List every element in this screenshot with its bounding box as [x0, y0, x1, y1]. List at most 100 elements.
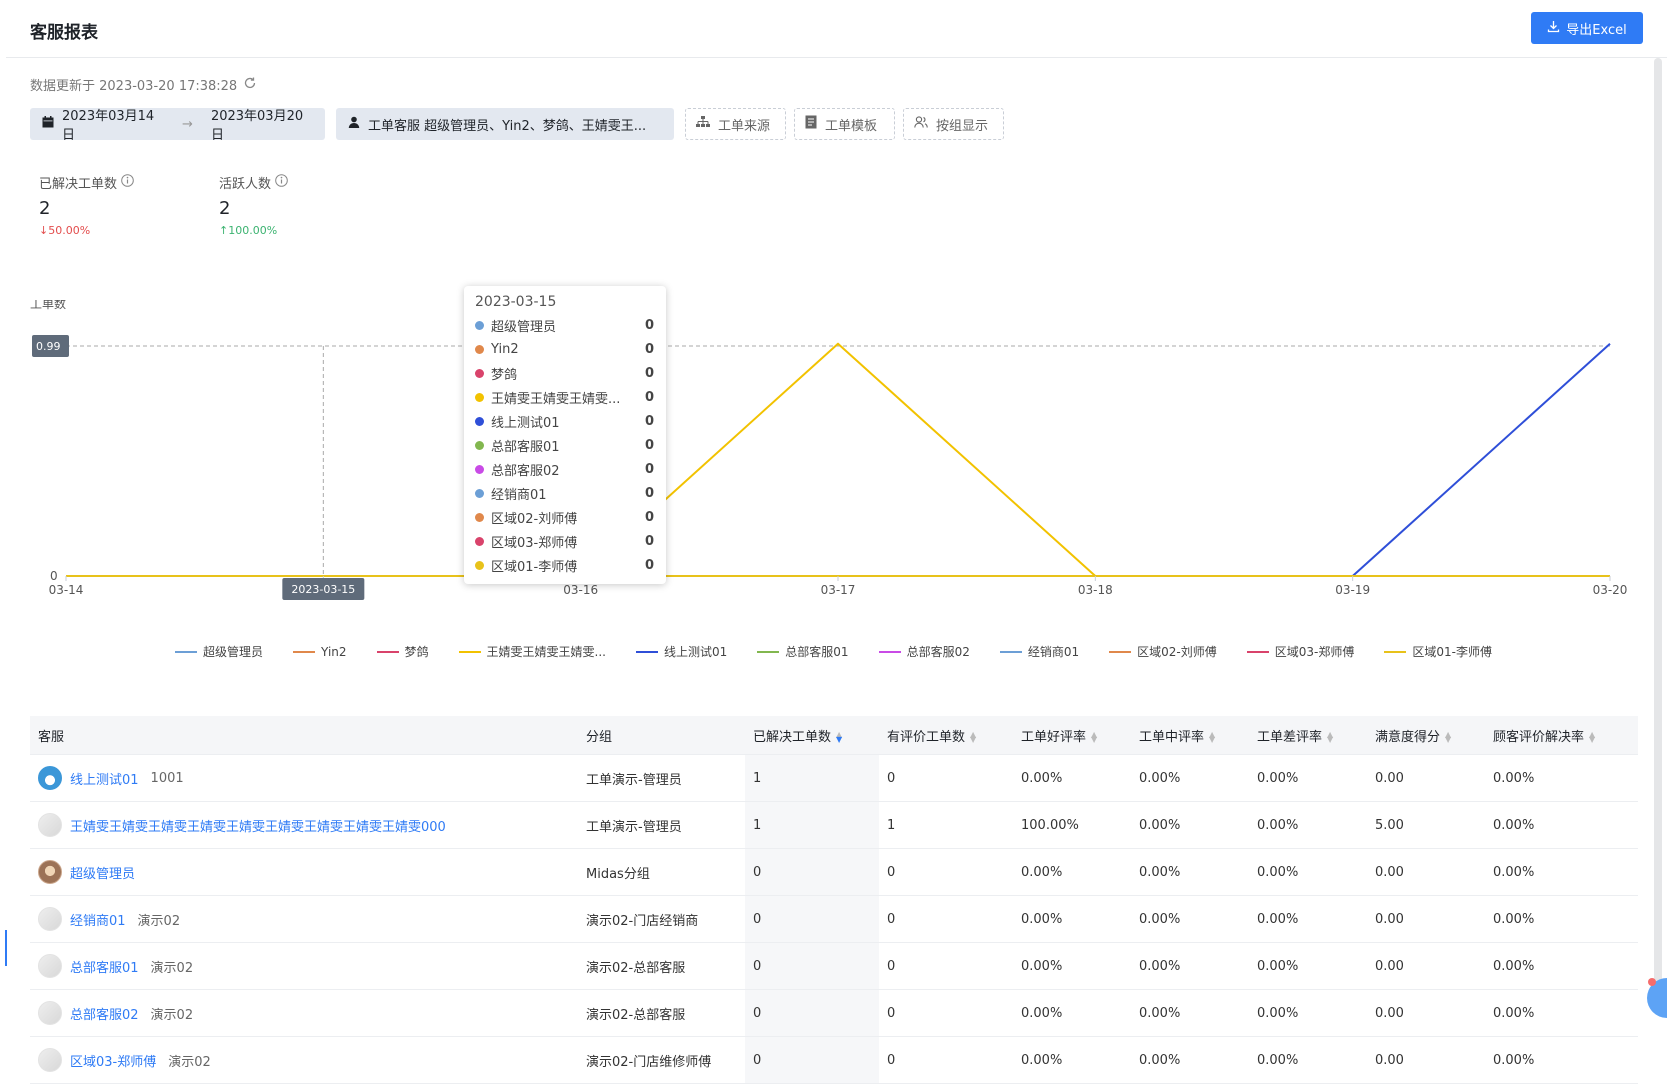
- tooltip-series-name: 总部客服01: [491, 439, 560, 455]
- tooltip-series-name: 王婧雯王婧雯王婧雯...: [491, 391, 621, 407]
- chart-tooltip: 2023-03-15 超级管理员 0 Yin2 0 梦鸽 0 王婧雯王婧雯王婧雯... 0 线上…: [464, 286, 666, 584]
- agent-name-link[interactable]: 总部客服01: [70, 957, 139, 976]
- sort-icon[interactable]: ▲ ▼: [970, 731, 976, 744]
- download-icon: [1547, 20, 1560, 37]
- legend-item[interactable]: 梦鸽: [376, 643, 429, 660]
- tooltip-series-value: 0: [644, 317, 654, 333]
- series-dot: [475, 488, 484, 498]
- column-header[interactable]: 工单中评率 ▲ ▼: [1131, 716, 1249, 755]
- legend-label: 区域01-李师傅: [1412, 645, 1492, 659]
- tooltip-series-value: 0: [644, 341, 654, 357]
- legend-swatch: [636, 650, 658, 653]
- export-excel-button[interactable]: 导出Excel: [1531, 12, 1643, 44]
- sort-icon[interactable]: ▲ ▼: [1209, 731, 1215, 744]
- series-dot: [475, 512, 484, 522]
- legend-item[interactable]: 王婧雯王婧雯王婧雯...: [458, 643, 606, 660]
- kpi-active-title: 活跃人数: [219, 177, 272, 192]
- column-header[interactable]: 工单差评率 ▲ ▼: [1249, 716, 1367, 755]
- table-row: 经销商01 演示02 演示02-门店经销商 0 0 0.00% 0.00% 0.00% 0.00…: [30, 895, 1638, 943]
- table-cell: 0.00: [1367, 1036, 1485, 1084]
- agent-cell: 王婧雯王婧雯王婧雯王婧雯王婧雯王婧雯王婧雯王婧雯王婧雯000: [30, 801, 578, 849]
- agent-name-link[interactable]: 超级管理员: [70, 863, 135, 882]
- tooltip-series-value: 0: [644, 509, 654, 525]
- series-dot: [475, 536, 484, 546]
- date-end: 2023年03月20日: [210, 109, 304, 143]
- tooltip-series-name: Yin2: [491, 341, 519, 357]
- kpi-resolved-title: 已解决工单数: [39, 177, 118, 192]
- table-cell: 演示02-门店维修师傅: [578, 1036, 745, 1084]
- source-filter-button[interactable]: 工单来源: [685, 108, 786, 140]
- agent-filter[interactable]: 工单客服 超级管理员、Yin2、梦鸽、王婧雯王...: [336, 108, 674, 140]
- sort-icon[interactable]: ▲ ▼: [1327, 731, 1333, 744]
- group-users-icon: [914, 116, 928, 132]
- legend-swatch: [1384, 650, 1407, 653]
- legend-item[interactable]: 经销商01: [999, 643, 1079, 660]
- table-cell: 0.00: [1367, 989, 1485, 1037]
- kpi-resolved-delta: ↓50.00%: [39, 224, 91, 237]
- series-dot: [475, 464, 484, 474]
- table-cell: 0.00%: [1131, 989, 1249, 1037]
- table-cell: 1: [745, 754, 879, 802]
- info-icon[interactable]: [121, 174, 134, 191]
- column-header[interactable]: 工单好评率 ▲ ▼: [1013, 716, 1131, 755]
- table-cell: 0.00: [1367, 848, 1485, 896]
- legend-item[interactable]: 总部客服02: [878, 643, 970, 660]
- legend-item[interactable]: 线上测试01: [636, 643, 727, 660]
- avatar: [38, 813, 62, 837]
- legend-label: 区域02-刘师傅: [1137, 645, 1217, 659]
- line-chart[interactable]: 工单数00.9903-1403-1503-1603-1703-1803-1903…: [0, 300, 1667, 600]
- table-cell: 0: [745, 1036, 879, 1084]
- table-cell: 0.00%: [1013, 848, 1131, 896]
- tooltip-series-name: 区域02-刘师傅: [491, 511, 578, 527]
- legend-item[interactable]: 区域03-郑师傅: [1246, 643, 1355, 660]
- agent-name-link[interactable]: 王婧雯王婧雯王婧雯王婧雯王婧雯王婧雯王婧雯王婧雯王婧雯000: [70, 816, 446, 835]
- sort-icon[interactable]: ▲ ▼: [1589, 731, 1595, 744]
- legend-label: 区域03-郑师傅: [1274, 645, 1355, 659]
- sort-icon[interactable]: ▲ ▼: [836, 731, 842, 744]
- kpi-active-delta: ↑100.00%: [219, 224, 278, 237]
- column-header[interactable]: 有评价工单数 ▲ ▼: [879, 716, 1013, 755]
- group-display-button[interactable]: 按组显示: [903, 108, 1004, 140]
- agent-name-link[interactable]: 总部客服02: [70, 1004, 139, 1023]
- series-line[interactable]: [66, 342, 1610, 577]
- template-filter-button[interactable]: 工单模板: [794, 108, 895, 140]
- table-cell: 0.00%: [1131, 1036, 1249, 1084]
- avatar: [38, 954, 62, 978]
- legend-item[interactable]: 区域02-刘师傅: [1109, 643, 1217, 660]
- column-header-label: 工单差评率: [1257, 729, 1323, 745]
- x-tick-label: 03-14: [49, 583, 84, 597]
- agent-name-link[interactable]: 经销商01: [70, 910, 126, 929]
- series-line[interactable]: [66, 342, 1611, 577]
- table-cell: 演示02-门店经销商: [578, 895, 745, 943]
- table-cell: 0: [879, 1036, 1013, 1084]
- sitemap-icon: [696, 116, 710, 132]
- column-header: 分组: [578, 716, 745, 755]
- agent-name-link[interactable]: 线上测试01: [70, 769, 139, 788]
- date-range-picker[interactable]: 2023年03月14日 → 2023年03月20日: [30, 108, 325, 143]
- tooltip-series-name: 经销商01: [491, 487, 547, 503]
- tooltip-series-value: 0: [644, 557, 654, 573]
- legend-item[interactable]: 超级管理员: [175, 643, 263, 660]
- x-tick-label: 03-16: [563, 583, 598, 597]
- column-header[interactable]: 顾客评价解决率 ▲ ▼: [1485, 716, 1638, 755]
- table-cell: 0: [879, 942, 1013, 990]
- table-cell: 0.00%: [1013, 989, 1131, 1037]
- column-header[interactable]: 已解决工单数 ▲ ▼: [745, 716, 879, 755]
- refresh-icon[interactable]: [243, 76, 257, 94]
- column-header[interactable]: 满意度得分 ▲ ▼: [1367, 716, 1485, 755]
- sort-icon[interactable]: ▲ ▼: [1445, 731, 1451, 744]
- agent-report-table: 客服 分组 已解决工单数 ▲ ▼ 有评价工单数 ▲ ▼ 工单好评率 ▲ ▼ 工单中评率 ▲ ▼ 工单差评率 ▲…: [30, 716, 1638, 1084]
- sort-icon[interactable]: ▲ ▼: [1091, 731, 1097, 744]
- legend-item[interactable]: 总部客服01: [757, 643, 849, 660]
- legend-item[interactable]: 区域01-李师傅: [1384, 643, 1492, 660]
- x-tick-label: 03-20: [1593, 583, 1628, 597]
- info-icon[interactable]: [275, 174, 288, 191]
- vertical-scrollbar[interactable]: [1654, 58, 1662, 1004]
- legend-item[interactable]: Yin2: [293, 643, 347, 660]
- agent-name-link[interactable]: 区域03-郑师傅: [70, 1051, 156, 1070]
- tooltip-series-name: 区域03-郑师傅: [491, 535, 578, 551]
- legend-label: 总部客服01: [785, 645, 849, 659]
- table-row: 总部客服01 演示02 演示02-总部客服 0 0 0.00% 0.00% 0.00% 0.00…: [30, 942, 1638, 990]
- table-cell: 0.00%: [1131, 801, 1249, 849]
- agent-id: 演示02: [150, 1007, 194, 1023]
